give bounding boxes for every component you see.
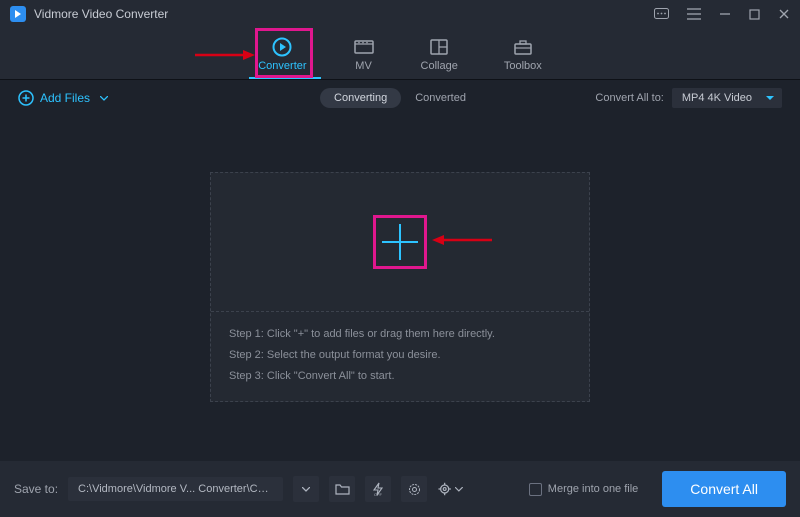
window-controls xyxy=(654,8,790,21)
output-format-dropdown[interactable]: MP4 4K Video xyxy=(672,88,782,108)
converter-icon xyxy=(271,36,293,58)
mv-icon xyxy=(353,36,375,58)
convert-all-to: Convert All to: MP4 4K Video xyxy=(595,88,782,108)
settings-button[interactable] xyxy=(437,476,463,502)
add-files-plus-icon[interactable] xyxy=(382,224,418,260)
bottombar: Save to: C:\Vidmore\Vidmore V... Convert… xyxy=(0,461,800,517)
seg-converted[interactable]: Converted xyxy=(401,88,480,108)
workarea: Step 1: Click "+" to add files or drag t… xyxy=(0,116,800,457)
gpu-accel-button[interactable]: OFF xyxy=(365,476,391,502)
merge-checkbox[interactable]: Merge into one file xyxy=(529,483,639,496)
convert-all-button[interactable]: Convert All xyxy=(662,471,786,507)
tab-mv[interactable]: MV xyxy=(353,32,375,76)
checkbox-icon xyxy=(529,483,542,496)
segmented-control: Converting Converted xyxy=(320,88,480,108)
step3-text: Step 3: Click "Convert All" to start. xyxy=(229,366,571,387)
tab-toolbox[interactable]: Toolbox xyxy=(504,32,542,76)
seg-converting[interactable]: Converting xyxy=(320,88,401,108)
collage-icon xyxy=(428,36,450,58)
close-button[interactable] xyxy=(778,8,790,20)
tab-label: Converter xyxy=(258,60,306,72)
saveto-dropdown-button[interactable] xyxy=(293,476,319,502)
tab-label: MV xyxy=(355,60,372,72)
open-folder-button[interactable] xyxy=(329,476,355,502)
add-icon xyxy=(18,90,34,106)
step2-text: Step 2: Select the output format you des… xyxy=(229,345,571,366)
dropzone[interactable]: Step 1: Click "+" to add files or drag t… xyxy=(210,172,590,402)
titlebar: Vidmore Video Converter xyxy=(0,0,800,28)
chevron-down-icon xyxy=(100,96,108,101)
saveto-path[interactable]: C:\Vidmore\Vidmore V... Converter\Conver… xyxy=(68,477,283,501)
minimize-button[interactable] xyxy=(719,8,731,20)
tab-label: Toolbox xyxy=(504,60,542,72)
tab-collage[interactable]: Collage xyxy=(421,32,458,76)
saveto-label: Save to: xyxy=(14,482,58,496)
step1-text: Step 1: Click "+" to add files or drag t… xyxy=(229,324,571,345)
add-files-label: Add Files xyxy=(40,91,90,105)
high-speed-button[interactable] xyxy=(401,476,427,502)
feedback-icon[interactable] xyxy=(654,8,669,21)
tab-converter[interactable]: Converter xyxy=(258,32,306,76)
main-tabs: Converter MV Collage Toolbox xyxy=(0,28,800,80)
app-title: Vidmore Video Converter xyxy=(34,7,168,21)
maximize-button[interactable] xyxy=(749,9,760,20)
add-files-button[interactable]: Add Files xyxy=(18,90,108,106)
svg-text:OFF: OFF xyxy=(374,492,383,496)
app-logo-icon xyxy=(10,6,26,22)
dropzone-steps: Step 1: Click "+" to add files or drag t… xyxy=(211,312,589,401)
toolbox-icon xyxy=(512,36,534,58)
menu-icon[interactable] xyxy=(687,8,701,20)
convert-all-to-label: Convert All to: xyxy=(595,92,663,104)
tab-label: Collage xyxy=(421,60,458,72)
toolbar: Add Files Converting Converted Convert A… xyxy=(0,80,800,116)
annotation-highlight-plus xyxy=(373,215,427,269)
dropzone-top[interactable] xyxy=(211,173,589,312)
merge-label: Merge into one file xyxy=(548,483,639,495)
